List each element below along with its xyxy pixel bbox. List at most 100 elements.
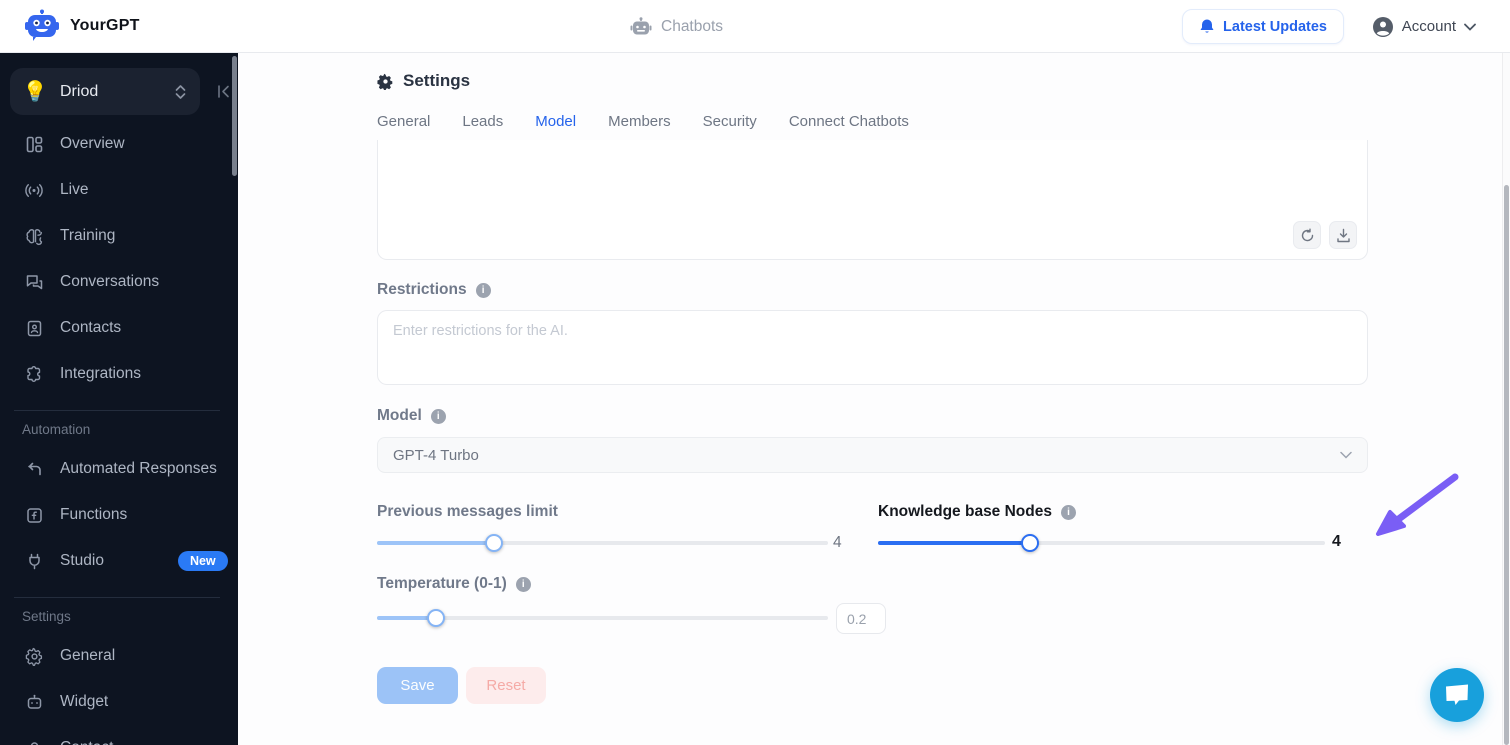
sidebar-item-automated-responses[interactable]: Automated Responses [0, 446, 232, 492]
new-badge: New [177, 551, 228, 571]
info-icon[interactable]: i [1060, 504, 1076, 520]
temperature-input[interactable] [836, 603, 886, 634]
sidebar-item-label: Studio [60, 552, 104, 569]
chat-bubbles-icon [24, 272, 44, 292]
sidebar-item-label: Live [60, 181, 89, 198]
chatbot-icon [630, 16, 652, 37]
chat-bubble-icon [1446, 684, 1468, 705]
sidebar-item-training[interactable]: Training [0, 213, 232, 259]
gear-icon [24, 646, 44, 666]
sidebar-item-conversations[interactable]: Conversations [0, 259, 232, 305]
info-icon[interactable]: i [515, 576, 531, 592]
prompt-box-actions [1293, 221, 1357, 249]
sidebar-item-label: Conversations [60, 273, 160, 290]
previous-messages-limit-label: Previous messages limit [377, 503, 558, 521]
model-label: Model i [377, 407, 446, 425]
slider-thumb[interactable] [1020, 534, 1039, 552]
temperature-label: Temperature (0-1) i [377, 575, 531, 593]
chat-widget-button[interactable] [1430, 668, 1484, 722]
function-icon [24, 505, 44, 525]
chevron-down-icon [1340, 451, 1352, 459]
reset-button[interactable]: Reset [466, 667, 546, 704]
previous-messages-limit-text: Previous messages limit [377, 503, 558, 520]
widget-robot-icon [24, 692, 44, 712]
slider-fill [377, 609, 445, 627]
sidebar-item-integrations[interactable]: Integrations [0, 351, 232, 397]
info-icon[interactable]: i [430, 408, 446, 424]
slider-thumb[interactable] [426, 609, 445, 627]
overview-icon [24, 134, 44, 154]
sidebar-divider [14, 410, 220, 411]
contact-card-icon [24, 318, 44, 338]
download-button[interactable] [1329, 221, 1357, 249]
nav-chatbots-label: Chatbots [661, 17, 724, 35]
sidebar-item-label: Contacts [60, 319, 122, 336]
yourgpt-logo-icon [24, 9, 60, 43]
slider-fill [878, 534, 1039, 552]
sidebar-item-label: General [60, 647, 116, 664]
model-label-text: Model [377, 407, 422, 424]
previous-messages-limit-slider[interactable] [377, 534, 828, 552]
knowledge-base-nodes-label: Knowledge base Nodes i [878, 503, 1076, 521]
puzzle-icon [24, 364, 44, 384]
user-avatar-icon [1372, 16, 1394, 38]
knowledge-base-nodes-value: 4 [1332, 533, 1341, 550]
live-broadcast-icon [24, 180, 44, 200]
settings-page: Settings General Leads Model Members Sec… [238, 53, 1502, 745]
knowledge-base-nodes-slider[interactable] [878, 534, 1325, 552]
restrictions-label-text: Restrictions [377, 281, 467, 298]
sidebar-item-label: Overview [60, 135, 125, 152]
sidebar-item-functions[interactable]: Functions [0, 492, 232, 538]
sidebar-scrollbar[interactable] [232, 56, 237, 176]
slider-thumb[interactable] [485, 534, 504, 552]
regenerate-button[interactable] [1293, 221, 1321, 249]
sidebar: 💡 Driod Overview Live Training Conversat… [0, 53, 238, 745]
sidebar-item-widget[interactable]: Widget [0, 679, 232, 725]
brain-icon [24, 226, 44, 246]
page-title: Settings [377, 71, 470, 91]
page-scrollbar[interactable] [1502, 53, 1510, 745]
latest-updates-button[interactable]: Latest Updates [1182, 9, 1344, 44]
sidebar-item-contacts[interactable]: Contacts [0, 305, 232, 351]
sidebar-item-label: Widget [60, 693, 109, 710]
page-scrollbar-thumb[interactable] [1504, 185, 1509, 745]
sidebar-divider [14, 597, 220, 598]
sidebar-item-general[interactable]: General [0, 633, 232, 679]
sidebar-item-label: Functions [60, 506, 128, 523]
temperature-slider[interactable] [377, 609, 828, 627]
temperature-label-text: Temperature (0-1) [377, 575, 507, 592]
project-name: Driod [60, 82, 99, 100]
nav-chatbots[interactable]: Chatbots [630, 0, 723, 53]
bell-icon [1199, 18, 1215, 35]
previous-messages-limit-value: 4 [833, 534, 842, 551]
section-label-settings: Settings [22, 609, 71, 624]
contact-icon [24, 738, 44, 745]
section-label-automation: Automation [22, 422, 91, 437]
sidebar-item-studio[interactable]: Studio New [0, 538, 232, 584]
slider-fill [377, 534, 504, 552]
account-label: Account [1401, 18, 1456, 35]
sidebar-item-label: Automated Responses [60, 460, 217, 477]
save-button[interactable]: Save [377, 667, 458, 704]
app-window: YourGPT Chatbots Latest Updates Account … [0, 0, 1510, 745]
sidebar-item-label: Integrations [60, 365, 141, 382]
return-arrow-icon [24, 459, 44, 479]
sidebar-item-contact[interactable]: Contact [0, 725, 232, 745]
sidebar-item-label: Contact [60, 739, 113, 745]
plug-icon [24, 551, 44, 571]
sidebar-item-live[interactable]: Live [0, 167, 232, 213]
brand-name: YourGPT [70, 17, 140, 34]
project-selector[interactable]: 💡 Driod [10, 68, 200, 115]
base-prompt-box[interactable] [377, 140, 1368, 260]
restrictions-input[interactable] [377, 310, 1368, 385]
slider-track[interactable] [377, 616, 828, 620]
chevron-down-icon [1464, 23, 1476, 31]
brand[interactable]: YourGPT [24, 9, 140, 43]
model-select[interactable]: GPT-4 Turbo [377, 437, 1368, 473]
sidebar-item-overview[interactable]: Overview [0, 121, 232, 167]
select-updown-icon [175, 84, 186, 100]
restrictions-label: Restrictions i [377, 281, 491, 299]
sidebar-item-label: Training [60, 227, 116, 244]
info-icon[interactable]: i [475, 282, 491, 298]
account-menu[interactable]: Account [1372, 0, 1476, 53]
